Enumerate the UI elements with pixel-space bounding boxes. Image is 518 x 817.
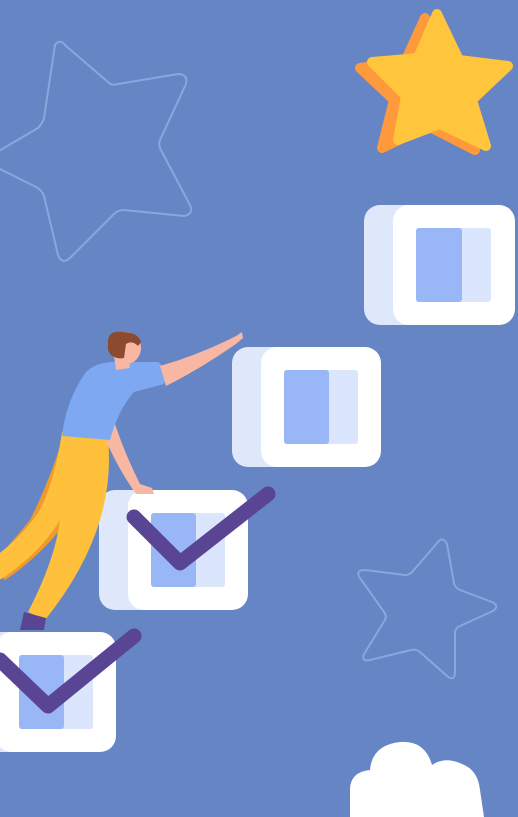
- outline-star-icon: [357, 538, 498, 680]
- gold-star-icon: [355, 9, 513, 155]
- climbing-illustration: [0, 9, 515, 817]
- shirt: [62, 361, 166, 440]
- pants: [0, 432, 109, 620]
- checkbox-icon: [232, 347, 381, 467]
- checkbox-icon: [364, 205, 515, 325]
- illustration-scene: [0, 0, 518, 817]
- cloud-icon: [350, 741, 484, 817]
- outline-star-icon: [0, 40, 193, 262]
